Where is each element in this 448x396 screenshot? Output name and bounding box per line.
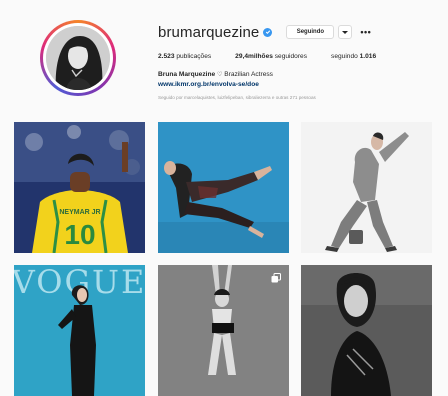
post-bw-portrait[interactable]: [301, 265, 432, 396]
suggestions-dropdown-button[interactable]: [338, 25, 353, 39]
post-soccer[interactable]: NEYMAR JR 10: [14, 122, 145, 253]
multiple-photos-icon: [271, 270, 281, 288]
username: brumarquezine: [158, 23, 260, 41]
followed-by[interactable]: Seguido por marcelaquistes, luizfelipeba…: [158, 95, 438, 100]
post-blue-lace[interactable]: [158, 122, 289, 253]
more-options-button[interactable]: •••: [360, 27, 371, 37]
profile-stats: 2.523 publicações 29,4milhões seguidores…: [158, 53, 438, 60]
following-link[interactable]: seguindo 1.016: [331, 53, 376, 60]
svg-text:10: 10: [64, 219, 95, 250]
avatar[interactable]: [46, 26, 110, 90]
external-link[interactable]: www.ikmr.org.br/envolva-se/doe: [158, 81, 438, 88]
full-name: Bruna Marquezine: [158, 71, 216, 78]
posts-count: 2.523 publicações: [158, 53, 212, 60]
following-button[interactable]: Seguindo: [286, 25, 335, 39]
post-gray-suit[interactable]: [301, 122, 432, 253]
bio-text: Brazilian Actress: [222, 71, 273, 78]
post-bw-dance[interactable]: [158, 265, 289, 396]
followers-link[interactable]: 29,4milhões seguidores: [235, 53, 307, 60]
profile-header: brumarquezine Seguindo ••• 2.523 publica…: [0, 0, 448, 116]
profile-info: brumarquezine Seguindo ••• 2.523 publica…: [158, 22, 438, 101]
bio: Bruna Marquezine ♡ Brazilian Actress: [158, 71, 438, 78]
story-ring[interactable]: [40, 20, 116, 96]
caret-down-icon: [342, 30, 349, 34]
post-vogue[interactable]: VOGUE: [14, 265, 145, 396]
svg-text:NEYMAR JR: NEYMAR JR: [59, 209, 100, 216]
verified-badge-icon: [263, 27, 273, 37]
